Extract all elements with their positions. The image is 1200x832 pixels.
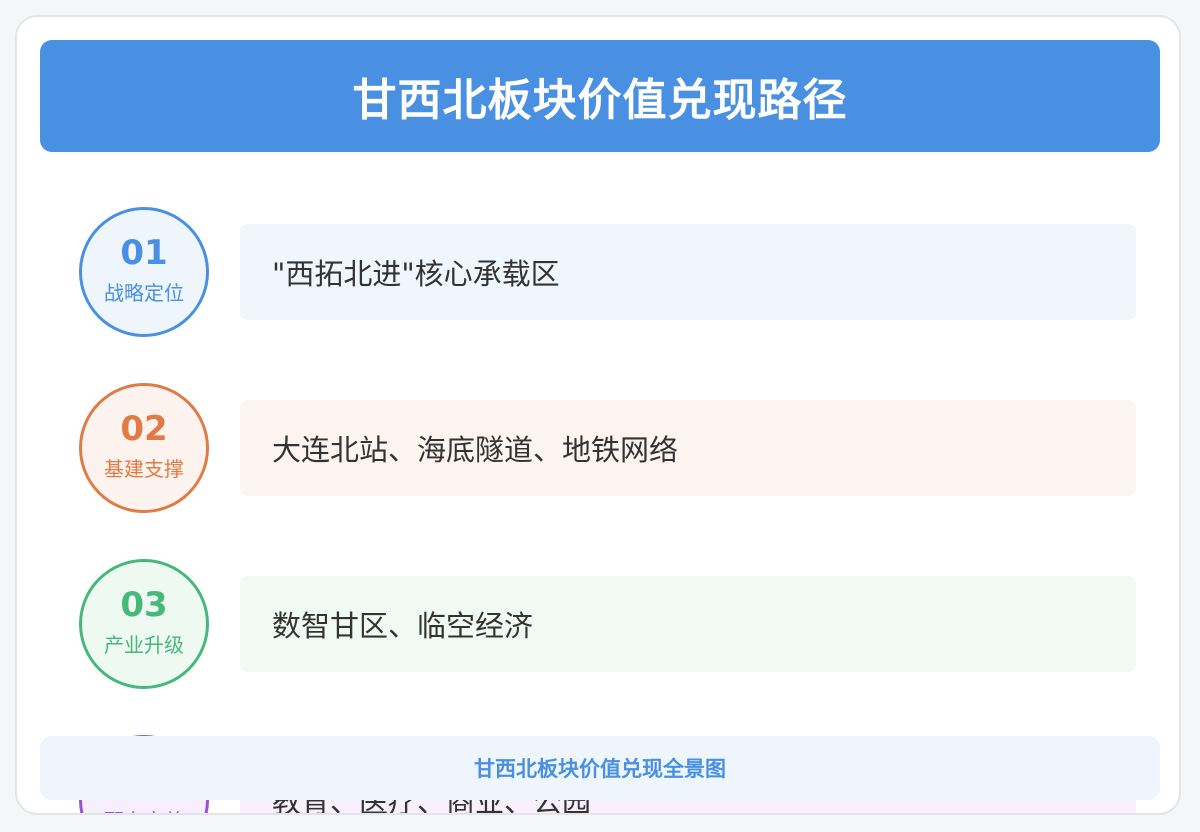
step-description: 大连北站、海底隧道、地铁网络: [272, 433, 679, 467]
step-card: 数智甘区、临空经济: [240, 576, 1136, 672]
step-card: "西拓北进"核心承载区: [240, 224, 1136, 320]
step-row: 03 产业升级 数智甘区、临空经济: [17, 559, 1179, 689]
step-row: 02 基建支撑 大连北站、海底隧道、地铁网络: [17, 383, 1179, 513]
step-badge: 03 产业升级: [79, 559, 209, 689]
step-label: 战略定位: [104, 281, 184, 305]
step-number: 03: [120, 585, 168, 625]
infographic-frame: 甘西北板块价值兑现路径 01 战略定位 "西拓北进"核心承载区 02 基建支撑 大连北站、…: [15, 15, 1181, 815]
step-badge: 01 战略定位: [79, 207, 209, 337]
header-banner: 甘西北板块价值兑现路径: [40, 40, 1160, 152]
step-badge: 02 基建支撑: [79, 383, 209, 513]
step-label: 配套完善: [104, 807, 184, 813]
step-description: "西拓北进"核心承载区: [272, 257, 560, 291]
step-number: 02: [120, 409, 168, 449]
step-label: 基建支撑: [104, 457, 184, 481]
step-description: 数智甘区、临空经济: [272, 609, 534, 643]
step-card: 大连北站、海底隧道、地铁网络: [240, 400, 1136, 496]
footer-caption: 甘西北板块价值兑现全景图: [474, 757, 726, 781]
footer-caption-bar: 甘西北板块价值兑现全景图: [40, 736, 1160, 800]
step-number: 01: [120, 233, 168, 273]
step-row: 01 战略定位 "西拓北进"核心承载区: [17, 207, 1179, 337]
page-title: 甘西北板块价值兑现路径: [352, 75, 848, 126]
step-label: 产业升级: [104, 633, 184, 657]
